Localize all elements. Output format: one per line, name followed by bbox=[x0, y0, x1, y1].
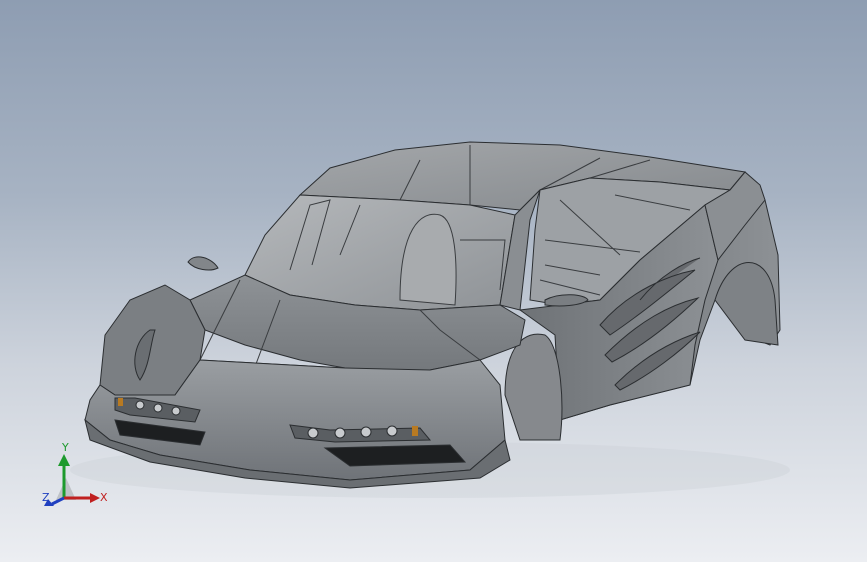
y-axis-arrow bbox=[58, 454, 70, 466]
headlight-right-lens-4 bbox=[386, 425, 398, 437]
car-body-model[interactable] bbox=[0, 0, 867, 562]
z-axis-label: Z bbox=[42, 491, 50, 504]
indicator-left bbox=[118, 398, 123, 406]
x-axis-arrow bbox=[90, 493, 100, 503]
x-axis-label: X bbox=[100, 491, 108, 504]
side-mirror-left bbox=[187, 256, 219, 271]
headlight-right-lens-3 bbox=[360, 426, 372, 438]
indicator-right bbox=[412, 426, 418, 436]
grille-right bbox=[323, 444, 467, 467]
graphics-viewport[interactable]: Y X Z bbox=[0, 0, 867, 562]
headlight-left-lens-3 bbox=[171, 406, 181, 416]
headlight-right-lens-1 bbox=[307, 427, 319, 439]
headlight-left-lens-2 bbox=[153, 403, 163, 413]
headlight-right-lens-2 bbox=[334, 427, 346, 439]
axis-triad: Y X Z bbox=[36, 440, 116, 520]
y-axis-label: Y bbox=[62, 441, 69, 454]
front-wheel-well bbox=[504, 333, 563, 441]
headlight-left-lens-1 bbox=[135, 400, 145, 410]
